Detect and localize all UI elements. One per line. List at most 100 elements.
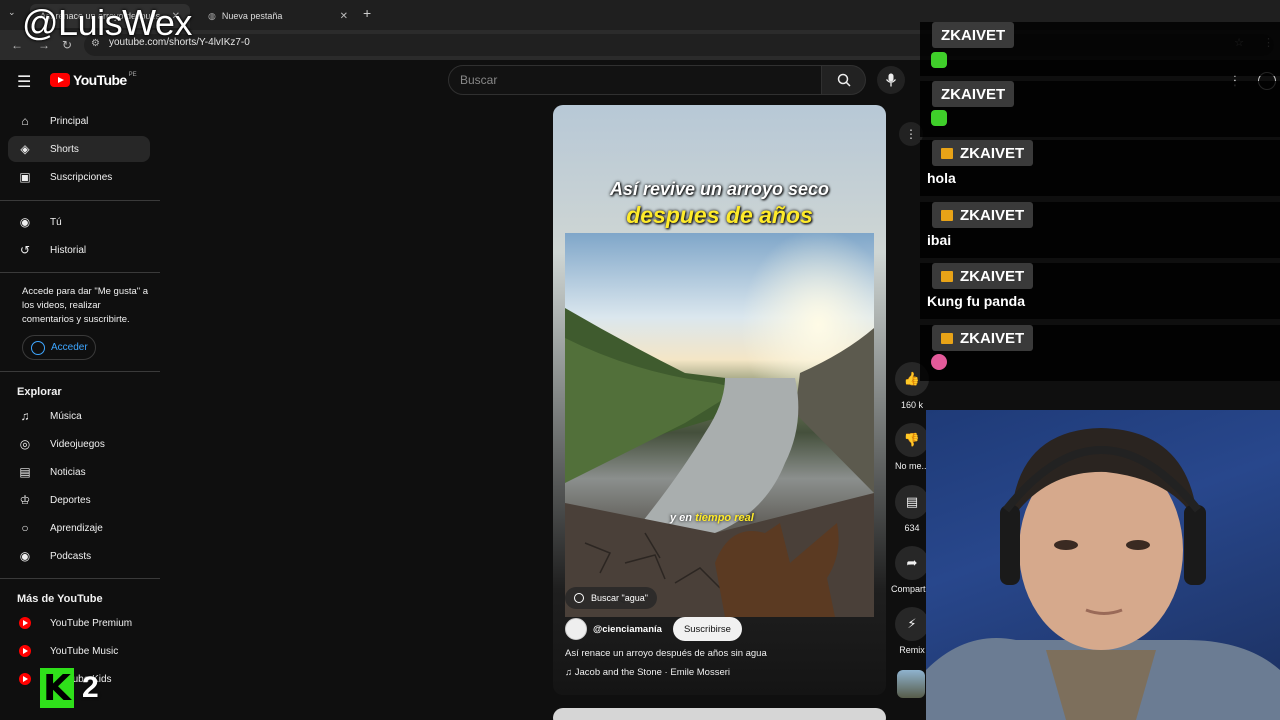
logo-text: YouTube: [73, 72, 127, 88]
hamburger-menu-icon[interactable]: ☰: [17, 72, 31, 92]
chat-username: ZKAIVET: [932, 22, 1015, 48]
sidebar-item-videojuegos[interactable]: ◎ Videojuegos: [8, 431, 150, 457]
comment-icon: ▤: [905, 494, 919, 509]
divider: [0, 200, 160, 201]
sidebar-item-label: Videojuegos: [50, 438, 105, 450]
globe-icon: ◍: [208, 10, 216, 21]
user-icon: ◉: [19, 215, 31, 229]
sidebar-item-label: Deportes: [50, 494, 91, 506]
remix-icon: ⚡: [907, 616, 917, 631]
comments-button[interactable]: ▤: [895, 485, 929, 519]
crown-badge-icon: [941, 147, 953, 159]
short-music[interactable]: ♫ Jacob and the Stone · Emile Mosseri: [565, 667, 730, 678]
share-arrow-icon: ➦: [906, 555, 918, 570]
subtitle-text: y en: [670, 512, 696, 524]
youtube-logo[interactable]: YouTube PE: [50, 72, 137, 88]
search-suggestion-chip[interactable]: Buscar "agua": [565, 587, 657, 609]
sidebar-item-historial[interactable]: ↺ Historial: [8, 237, 150, 263]
k2-logo-overlay: K 2: [40, 668, 99, 709]
chat-username-text: ZKAIVET: [960, 267, 1025, 285]
sidebar-item-principal[interactable]: ⌂ Principal: [8, 108, 150, 134]
divider: [0, 272, 160, 273]
shorts-player[interactable]: Así revive un arroyo seco despues de año…: [553, 105, 886, 695]
tab-search-icon[interactable]: ⌄: [8, 7, 16, 18]
streamer-webcam: [926, 410, 1280, 720]
sidebar-item-aprendizaje[interactable]: ○ Aprendizaje: [8, 515, 150, 541]
thumbs-up-icon: 👍: [903, 371, 921, 386]
channel-row: @cienciamanía Suscribirse: [565, 617, 742, 641]
chat-text: Kung fu panda: [927, 293, 1025, 309]
sidebar: ⌂ Principal ◈ Shorts ▣ Suscripciones ◉ T…: [0, 102, 160, 720]
home-icon: ⌂: [21, 114, 29, 128]
sidebar-item-label: Historial: [50, 244, 87, 256]
sound-thumbnail[interactable]: [897, 670, 925, 698]
sidebar-item-label: Shorts: [50, 143, 79, 155]
channel-avatar[interactable]: [565, 618, 587, 640]
search-icon: [837, 73, 851, 87]
search-icon: [574, 593, 584, 603]
music-icon: ♫: [20, 409, 30, 423]
sidebar-item-musica[interactable]: ♫ Música: [8, 403, 150, 429]
crown-badge-icon: [941, 332, 953, 344]
stream-chat-overlay: ZKAIVET ZKAIVET ZKAIVET hola ZKAIVET iba…: [920, 20, 1280, 410]
sidebar-item-suscripciones[interactable]: ▣ Suscripciones: [8, 164, 150, 190]
tab-title: Nueva pestaña: [221, 11, 283, 21]
subtitle-highlight: tiempo real: [695, 512, 754, 524]
river-landscape-image: [565, 233, 874, 617]
new-tab-icon[interactable]: +: [363, 5, 371, 21]
signin-button[interactable]: Acceder: [22, 335, 96, 360]
sidebar-item-shorts[interactable]: ◈ Shorts: [8, 136, 150, 162]
remix-button[interactable]: ⚡: [895, 607, 929, 641]
channel-name[interactable]: @cienciamanía: [593, 624, 662, 635]
k2-letter: K: [40, 668, 74, 709]
chat-username-text: ZKAIVET: [941, 85, 1006, 103]
explore-title: Explorar: [17, 386, 62, 398]
sidebar-item-youtube-music[interactable]: YouTube Music: [8, 638, 150, 664]
trophy-icon: ♔: [19, 493, 31, 507]
k2-number: 2: [82, 671, 99, 704]
sidebar-item-label: YouTube Music: [50, 645, 119, 657]
divider: [0, 578, 160, 579]
sidebar-item-youtube-premium[interactable]: YouTube Premium: [8, 610, 150, 636]
browser-tab-new[interactable]: ◍ Nueva pestaña ✕: [198, 4, 358, 28]
podcast-icon: ◉: [19, 549, 31, 563]
sidebar-item-noticias[interactable]: ▤ Noticias: [8, 459, 150, 485]
sidebar-item-label: Principal: [50, 115, 89, 127]
sidebar-item-label: Música: [50, 410, 82, 422]
bulb-icon: ○: [21, 521, 29, 535]
search-box: [448, 65, 822, 95]
news-icon: ▤: [19, 465, 31, 479]
short-description[interactable]: Así renace un arroyo después de años sin…: [565, 648, 767, 659]
crown-badge-icon: [941, 209, 953, 221]
sidebar-item-deportes[interactable]: ♔ Deportes: [8, 487, 150, 513]
sidebar-item-label: Aprendizaje: [50, 522, 103, 534]
voice-search-button[interactable]: [877, 66, 905, 94]
chat-username: ZKAIVET: [932, 140, 1034, 166]
divider: [0, 371, 160, 372]
signin-prompt: Accede para dar "Me gusta" a los videos,…: [22, 286, 149, 325]
sidebar-item-label: Podcasts: [50, 550, 92, 562]
gaming-icon: ◎: [19, 437, 31, 451]
youtube-premium-icon: [16, 617, 34, 629]
search-button[interactable]: [822, 65, 866, 95]
youtube-play-icon: [50, 73, 70, 87]
youtube-music-icon: [16, 645, 34, 657]
subscribe-button[interactable]: Suscribirse: [672, 617, 742, 641]
short-subtitle: y en tiempo real: [670, 512, 754, 524]
sidebar-item-tu[interactable]: ◉ Tú: [8, 209, 150, 235]
crown-badge-icon: [941, 270, 953, 282]
sidebar-item-label: Noticias: [50, 466, 86, 478]
chat-username-text: ZKAIVET: [960, 329, 1025, 347]
chat-username: ZKAIVET: [932, 202, 1034, 228]
share-button[interactable]: ➦: [895, 546, 929, 580]
next-short-preview[interactable]: [553, 708, 886, 720]
sidebar-item-podcasts[interactable]: ◉ Podcasts: [8, 543, 150, 569]
green-emote-icon: [931, 52, 947, 68]
chat-text: ibai: [927, 232, 952, 248]
music-note-icon: ♫: [565, 667, 575, 678]
dislike-button[interactable]: 👎: [895, 423, 929, 457]
account-circle-icon: [31, 340, 45, 355]
chat-username-text: ZKAIVET: [960, 144, 1025, 162]
close-tab-icon[interactable]: ✕: [340, 11, 348, 22]
search-input[interactable]: [460, 66, 800, 94]
